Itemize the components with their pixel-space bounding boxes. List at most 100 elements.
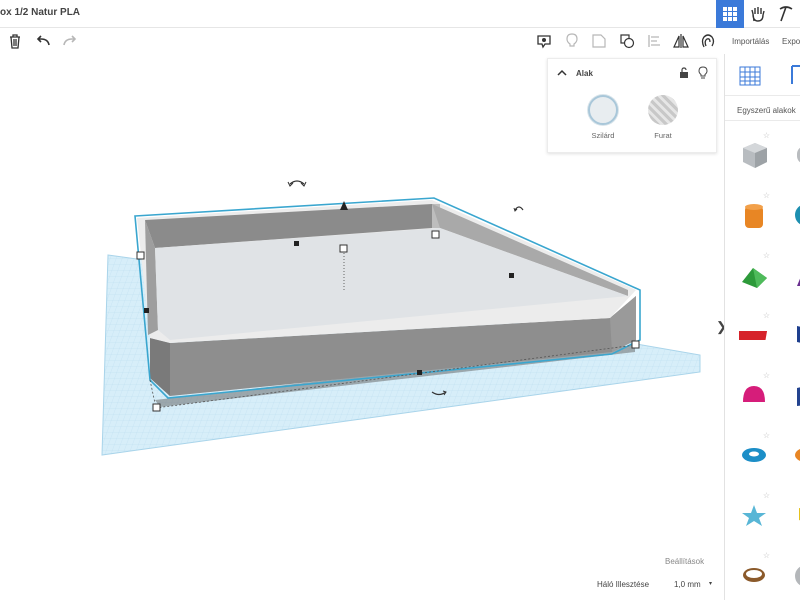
polygon-icon	[797, 387, 800, 406]
undo-button[interactable]	[34, 32, 52, 50]
ruler-icon[interactable]	[791, 64, 800, 86]
inspector-title: Alak	[576, 69, 593, 78]
cylinder-icon	[745, 204, 763, 228]
grid-icon	[723, 7, 737, 21]
star-icon[interactable]: ☆	[763, 251, 770, 260]
group-icon	[592, 34, 606, 48]
star-shape-icon	[742, 505, 766, 526]
box-icon	[743, 143, 767, 168]
star-icon[interactable]: ☆	[763, 371, 770, 380]
ring-icon	[743, 568, 765, 582]
snap-grid-select[interactable]: 1,0 mm	[674, 580, 701, 589]
star-icon[interactable]: ☆	[763, 491, 770, 500]
edge-handle[interactable]	[509, 273, 514, 278]
resize-handle[interactable]	[431, 230, 440, 239]
shape-star[interactable]: ☆	[729, 490, 773, 540]
shape-half-sphere[interactable]: ☆	[729, 370, 773, 420]
mirror-button[interactable]	[672, 32, 690, 50]
resize-handle[interactable]	[631, 340, 640, 349]
paraboloid-icon	[795, 566, 800, 586]
import-export-bar: Importálás Expo	[724, 28, 800, 54]
shape-roof[interactable]: ☆	[729, 250, 773, 300]
chevron-up-icon[interactable]	[556, 67, 568, 79]
cruise-button[interactable]	[699, 32, 717, 50]
lightbulb-icon	[566, 33, 578, 47]
export-button[interactable]: Expo	[782, 37, 800, 46]
dropdown-arrow-icon[interactable]: ▾	[709, 580, 712, 587]
top-right-controls	[716, 0, 800, 28]
shape-category[interactable]: Egyszerű alakok	[737, 106, 796, 115]
lightbulb-icon[interactable]	[698, 66, 708, 79]
ungroup-icon	[620, 34, 635, 49]
star-icon[interactable]: ☆	[763, 551, 770, 560]
shape-library: Egyszerű alakok ☆ ☆ ☆ ☆ ☆ ☆ ☆ ☆	[724, 54, 800, 600]
redo-button[interactable]	[61, 32, 79, 50]
text-shape-icon	[739, 331, 768, 340]
hand-icon	[751, 7, 765, 22]
import-button[interactable]: Importálás	[732, 37, 769, 46]
inspector-header: Alak	[548, 59, 716, 87]
shape-paraboloid[interactable]	[781, 550, 800, 600]
toolbar	[0, 28, 724, 54]
shape-ring[interactable]: ☆	[729, 550, 773, 600]
speech-bubble-icon	[537, 35, 551, 49]
hole-swatch	[648, 95, 678, 125]
resize-handle[interactable]	[136, 251, 145, 260]
ungroup-button[interactable]	[618, 32, 636, 50]
show-all-button[interactable]	[563, 32, 581, 50]
solid-label: Szilárd	[591, 131, 615, 140]
shape-cylinder[interactable]: ☆	[729, 190, 773, 240]
edge-handle[interactable]	[294, 241, 299, 246]
shape-torus[interactable]: ☆	[729, 430, 773, 480]
group-button[interactable]	[590, 32, 608, 50]
redo-icon	[63, 35, 77, 46]
snap-grid-label: Háló Illesztése	[597, 580, 650, 589]
trash-icon	[10, 34, 20, 49]
pickaxe-button[interactable]	[772, 0, 800, 28]
divider	[725, 120, 800, 121]
shape-polygon[interactable]	[781, 370, 800, 420]
mirror-icon	[673, 34, 689, 48]
tube-icon	[795, 449, 800, 461]
shape-box[interactable]: ☆	[729, 130, 773, 180]
star-icon[interactable]: ☆	[763, 131, 770, 140]
tinker-hand-button[interactable]	[744, 0, 772, 28]
cylinder-icon	[797, 147, 800, 163]
shape-cylinder-gray[interactable]	[781, 130, 800, 180]
undo-icon	[36, 35, 50, 46]
star-icon[interactable]: ☆	[763, 191, 770, 200]
resize-handle[interactable]	[152, 403, 161, 412]
top-bar: ox 1/2 Natur PLA	[0, 0, 800, 28]
grid-view-button[interactable]	[716, 0, 744, 28]
lock-icon[interactable]	[679, 67, 689, 79]
star-icon[interactable]: ☆	[763, 311, 770, 320]
edge-handle[interactable]	[417, 370, 422, 375]
delete-button[interactable]	[6, 32, 24, 50]
star-icon[interactable]: ☆	[763, 431, 770, 440]
shape-sphere[interactable]	[781, 190, 800, 240]
notes-button[interactable]	[535, 32, 553, 50]
align-button[interactable]	[645, 32, 663, 50]
shape-wedge[interactable]	[781, 310, 800, 360]
shape-cone[interactable]	[781, 250, 800, 300]
cruise-hand-icon	[701, 34, 715, 48]
workplane-grid-icon[interactable]	[739, 64, 761, 86]
solid-option[interactable]: Szilárd	[578, 95, 628, 140]
wedge-icon	[797, 326, 800, 343]
half-sphere-icon	[743, 386, 765, 402]
pyramid-icon	[797, 278, 800, 286]
pickaxe-icon	[779, 6, 793, 22]
torus-icon	[742, 448, 766, 462]
edge-handle[interactable]	[144, 308, 149, 313]
settings-button[interactable]: Beállítások	[665, 557, 704, 566]
solid-swatch	[588, 95, 618, 125]
resize-handle[interactable]	[339, 244, 348, 253]
design-title[interactable]: ox 1/2 Natur PLA	[0, 7, 80, 18]
shape-tube[interactable]	[781, 430, 800, 480]
library-tabs	[725, 54, 800, 96]
hole-option[interactable]: Furat	[638, 95, 688, 140]
heart-icon	[799, 508, 800, 521]
shape-heart[interactable]	[781, 490, 800, 540]
sphere-icon	[795, 205, 800, 225]
shape-text[interactable]: ☆	[729, 310, 773, 360]
